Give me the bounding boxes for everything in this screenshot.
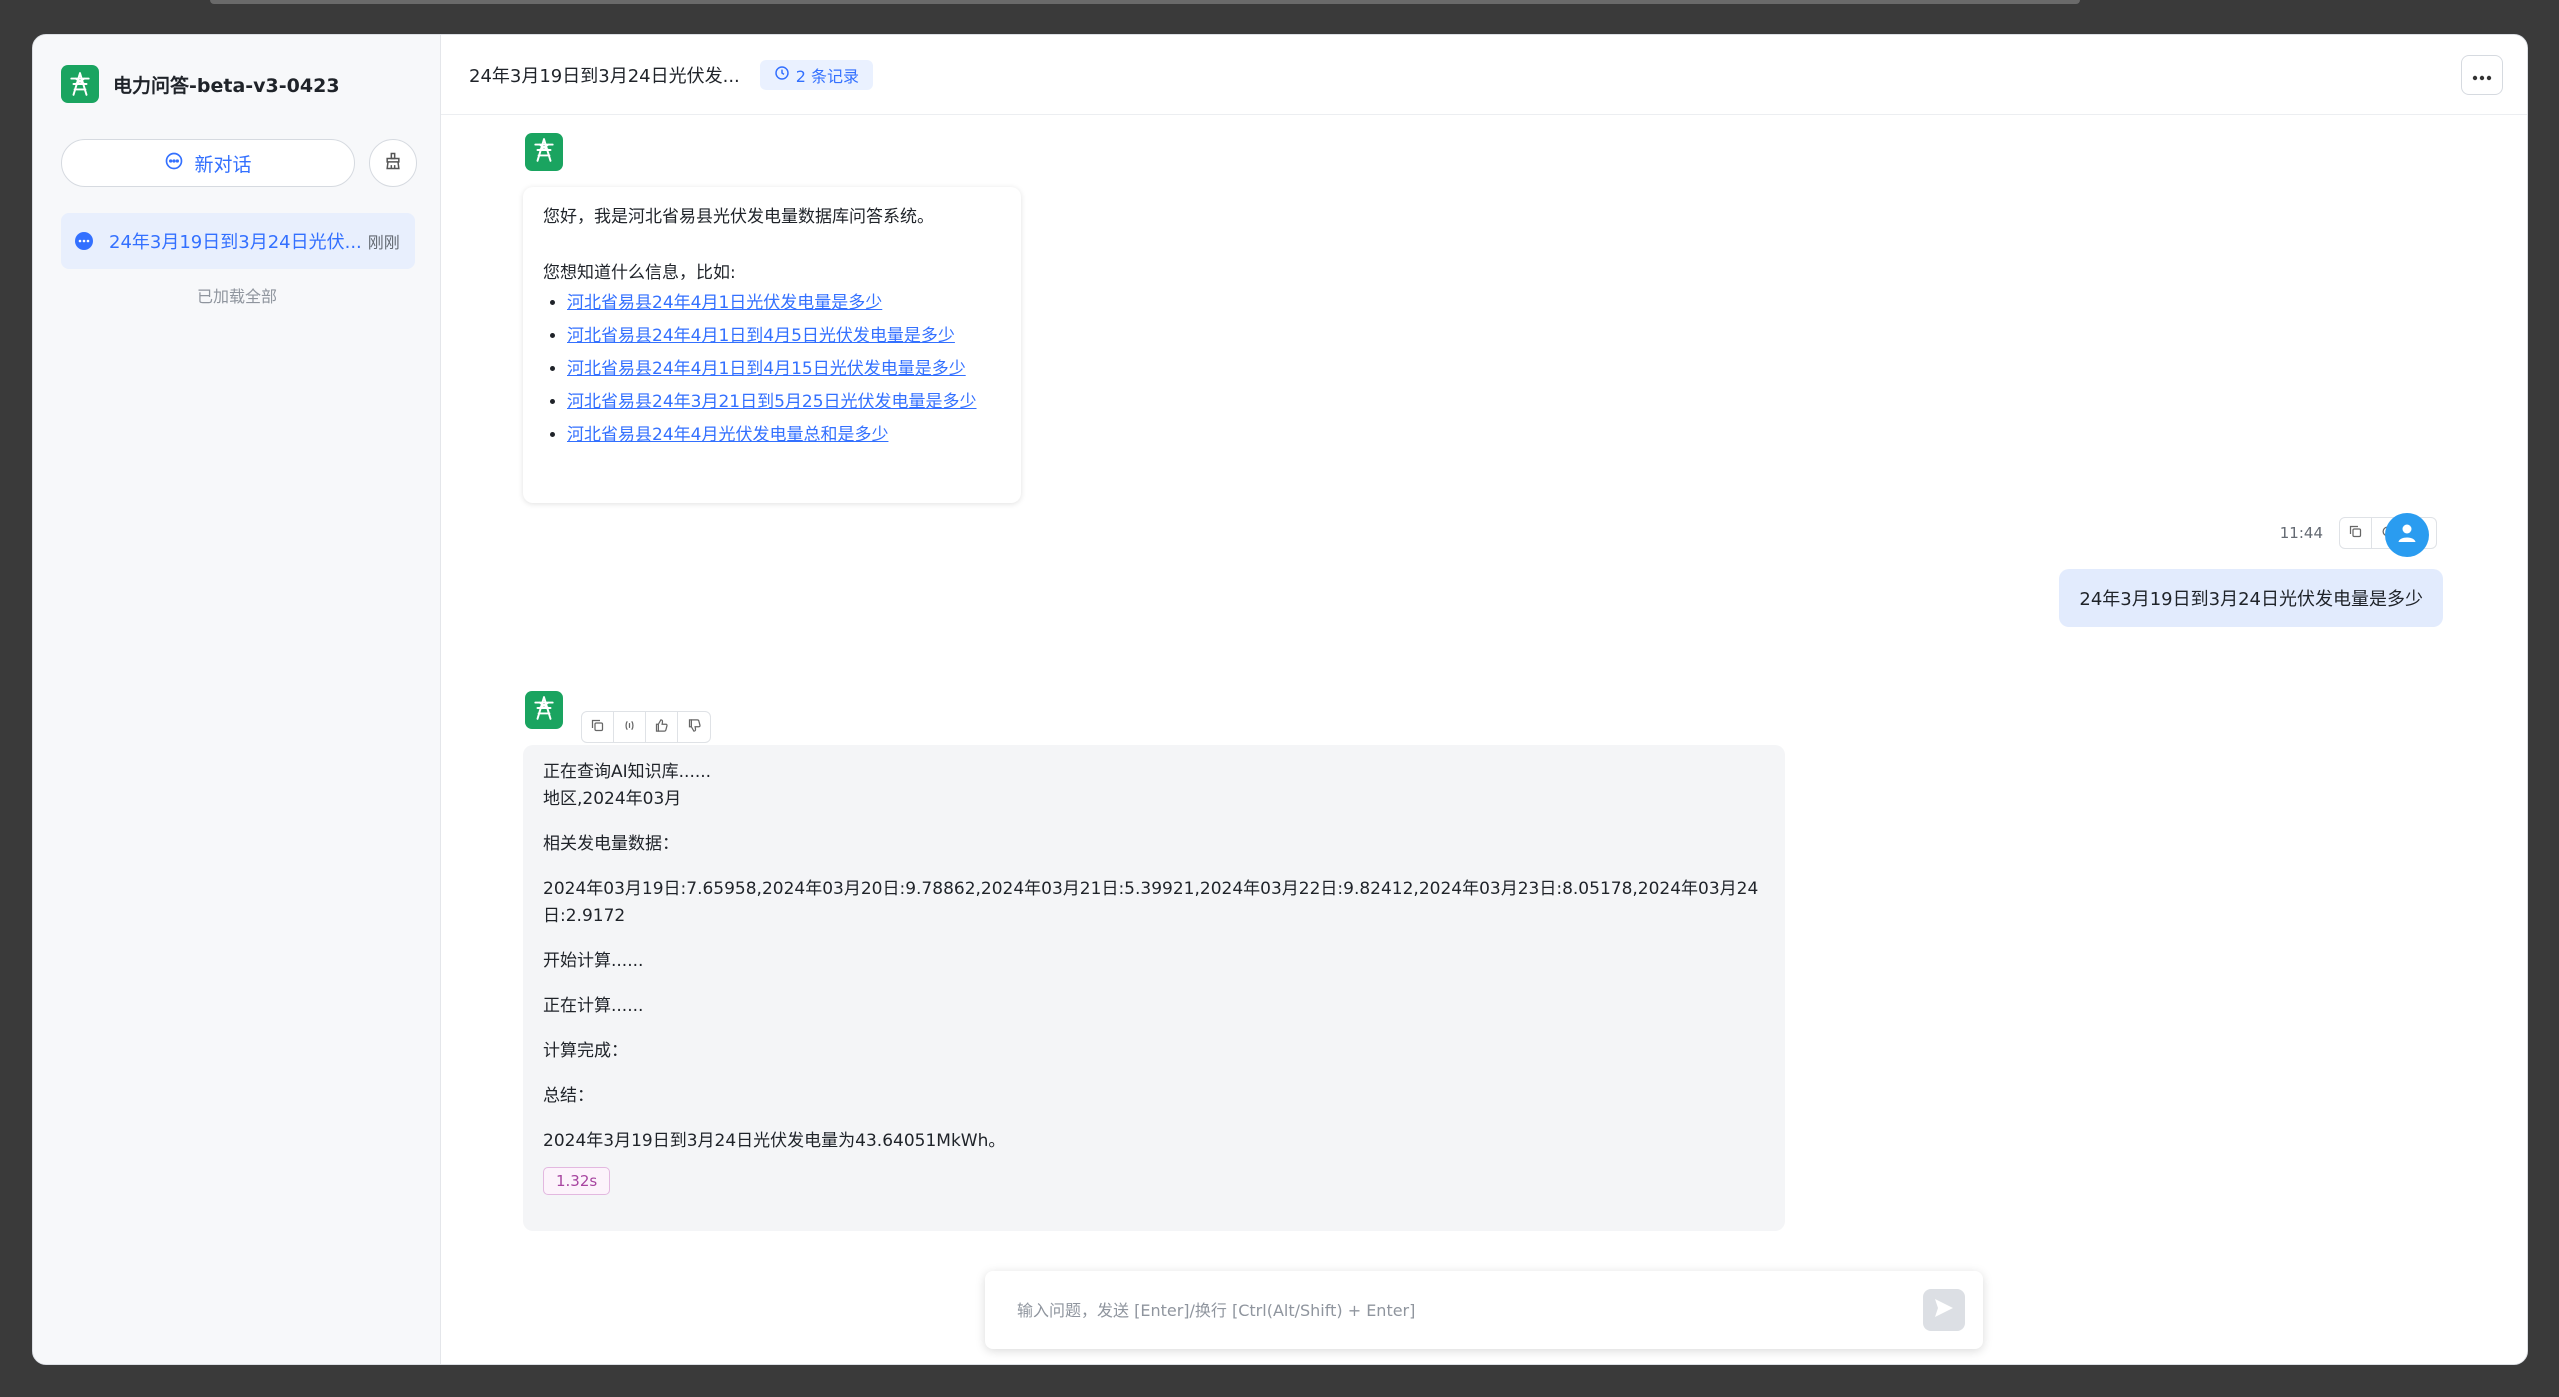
history-item-title: 24年3月19日到3月24日光伏... [109, 232, 362, 253]
answer-tools [581, 711, 711, 743]
answer-line: 相关发电量数据： [543, 834, 679, 854]
chat-bubble-icon [164, 151, 184, 175]
copy-button[interactable] [582, 712, 614, 742]
suggestion-link[interactable]: 河北省易县24年4月1日到4月15日光伏发电量是多少 [567, 359, 966, 379]
suggestion-link[interactable]: 河北省易县24年3月21日到5月25日光伏发电量是多少 [567, 392, 977, 412]
chat-header: 24年3月19日到3月24日光伏发... 2 条记录 [441, 35, 2527, 115]
answer-line: 地区,2024年03月 [543, 789, 682, 809]
answer-line: 正在计算...... [543, 996, 644, 1016]
read-aloud-button[interactable] [614, 712, 646, 742]
copy-icon [2348, 524, 2363, 543]
power-tower-icon [531, 137, 557, 167]
suggestion-link[interactable]: 河北省易县24年4月1日光伏发电量是多少 [567, 293, 882, 313]
suggestion-item: 河北省易县24年4月1日到4月15日光伏发电量是多少 [567, 353, 1001, 386]
sidebar: 电力问答-beta-v3-0423 新对话 24年3月19日到3月24日光伏..… [33, 35, 441, 1364]
chat-dots-icon [75, 232, 93, 250]
send-icon [1932, 1296, 1956, 1324]
thumbs-down-icon [687, 718, 702, 737]
suggestion-item: 河北省易县24年4月光伏发电量总和是多少 [567, 419, 1001, 452]
broom-icon [383, 151, 403, 175]
send-button[interactable] [1923, 1289, 1965, 1331]
welcome-message: 您好，我是河北省易县光伏发电量数据库问答系统。 您想知道什么信息，比如: 河北省… [523, 187, 1021, 503]
app-window: 电力问答-beta-v3-0423 新对话 24年3月19日到3月24日光伏..… [32, 34, 2528, 1365]
suggestion-list: 河北省易县24年4月1日光伏发电量是多少 河北省易县24年4月1日到4月5日光伏… [567, 287, 1001, 452]
chat-title: 24年3月19日到3月24日光伏发... [469, 65, 740, 87]
user-avatar [2385, 513, 2429, 557]
answer-data-line: 2024年03月19日:7.65958,2024年03月20日:9.78862,… [543, 879, 1759, 926]
welcome-prompt: 您想知道什么信息，比如: [543, 263, 736, 283]
user-message-time: 11:44 [2279, 524, 2323, 542]
brand: 电力问答-beta-v3-0423 [61, 65, 340, 103]
response-time-badge: 1.32s [543, 1167, 611, 1195]
welcome-greeting: 您好，我是河北省易县光伏发电量数据库问答系统。 [543, 207, 934, 227]
chat-main: 24年3月19日到3月24日光伏发... 2 条记录 您好，我是河北省易县光伏发… [441, 35, 2527, 1364]
thumbs-up-icon [654, 718, 669, 737]
ellipsis-icon [2472, 66, 2492, 85]
answer-line: 计算完成： [543, 1041, 628, 1061]
dislike-button[interactable] [678, 712, 710, 742]
user-message: 24年3月19日到3月24日光伏发电量是多少 [2059, 569, 2443, 627]
ai-avatar [525, 691, 563, 729]
sound-wave-icon [622, 718, 637, 737]
chat-input-box [985, 1271, 1983, 1349]
answer-line: 总结： [543, 1086, 594, 1106]
history-item[interactable]: 24年3月19日到3月24日光伏... 刚刚 [61, 213, 415, 269]
power-tower-icon [61, 65, 99, 103]
chat-input[interactable] [1017, 1300, 1877, 1320]
suggestion-item: 河北省易县24年4月1日光伏发电量是多少 [567, 287, 1001, 320]
loaded-all-text: 已加载全部 [196, 287, 277, 306]
user-icon [2395, 521, 2419, 549]
copy-button[interactable] [2340, 518, 2372, 548]
history-item-time: 刚刚 [367, 233, 400, 252]
like-button[interactable] [646, 712, 678, 742]
power-tower-icon [531, 695, 557, 725]
suggestion-item: 河北省易县24年3月21日到5月25日光伏发电量是多少 [567, 386, 1001, 419]
ai-avatar [525, 133, 563, 171]
suggestion-link[interactable]: 河北省易县24年4月1日到4月5日光伏发电量是多少 [567, 326, 955, 346]
suggestion-item: 河北省易县24年4月1日到4月5日光伏发电量是多少 [567, 320, 1001, 353]
answer-line: 正在查询AI知识库...... [543, 762, 712, 782]
new-chat-button[interactable]: 新对话 [61, 139, 355, 187]
more-options-button[interactable] [2461, 55, 2503, 95]
suggestion-link[interactable]: 河北省易县24年4月光伏发电量总和是多少 [567, 425, 888, 445]
answer-line: 开始计算...... [543, 951, 644, 971]
copy-icon [590, 718, 605, 737]
answer-summary: 2024年3月19日到3月24日光伏发电量为43.64051MkWh。 [543, 1131, 1006, 1151]
clock-icon [774, 65, 790, 85]
app-title: 电力问答-beta-v3-0423 [113, 74, 340, 97]
clear-history-button[interactable] [369, 139, 417, 187]
record-count-badge[interactable]: 2 条记录 [759, 59, 874, 90]
ai-answer: 正在查询AI知识库...... 地区,2024年03月 相关发电量数据： 202… [523, 745, 1785, 1231]
record-count-label: 2 条记录 [795, 66, 860, 86]
browser-top-strip [210, 0, 2080, 4]
new-chat-label: 新对话 [194, 153, 252, 176]
